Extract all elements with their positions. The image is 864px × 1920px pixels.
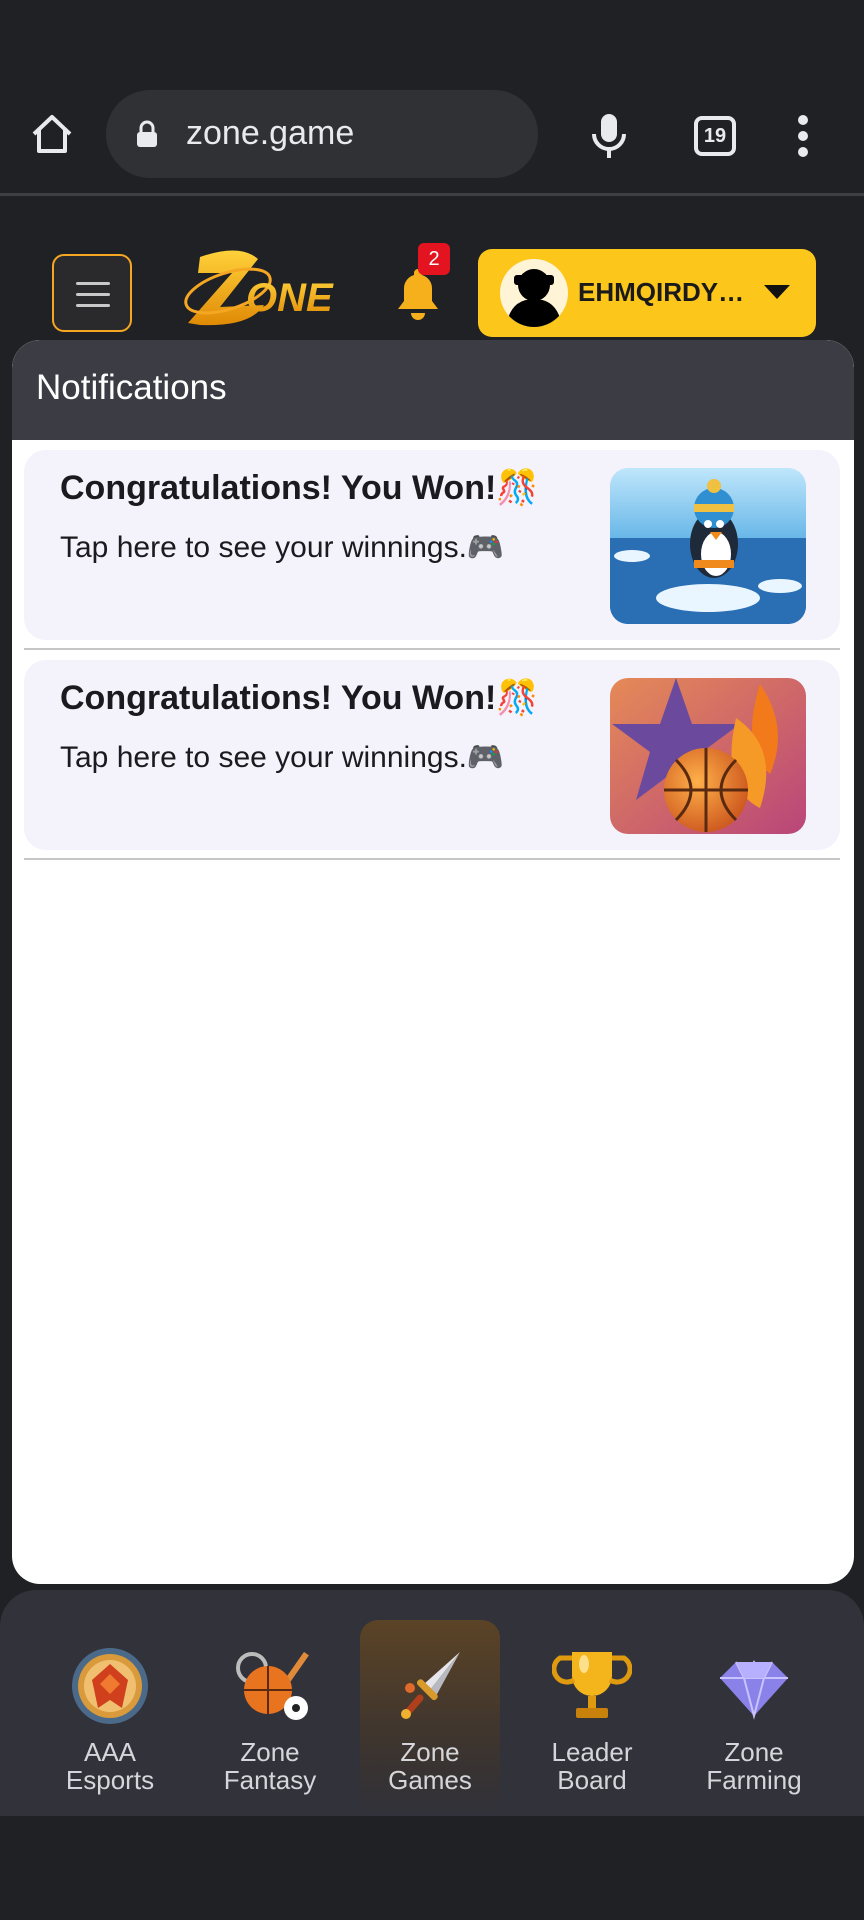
avatar-silhouette-icon: [506, 269, 562, 327]
hamburger-menu-button[interactable]: [52, 254, 132, 332]
sports-balls-icon: [236, 1651, 309, 1720]
nav-item-zone-games[interactable]: Zone Games: [360, 1620, 500, 1816]
nav-label-line2: Board: [557, 1765, 627, 1795]
nav-label-line2: Fantasy: [223, 1765, 317, 1795]
svg-text:ONE: ONE: [246, 276, 334, 320]
more-vert-icon[interactable]: [794, 114, 812, 158]
bottom-navigation: AAA Esports Zone Fantasy Zone Games Lead…: [0, 1590, 864, 1816]
nav-item-aaa-esports[interactable]: AAA Esports: [40, 1620, 180, 1816]
tabs-icon[interactable]: 19: [694, 116, 736, 156]
nav-label-line1: Zone: [724, 1737, 784, 1767]
nav-item-leader-board[interactable]: Leader Board: [522, 1620, 662, 1816]
menu-line: [76, 304, 110, 307]
nav-item-zone-farming[interactable]: Zone Farming: [684, 1620, 824, 1816]
notification-body: Tap here to see your winnings.🎮: [60, 531, 505, 564]
nav-label-line2: Esports: [65, 1765, 155, 1795]
trophy-icon: [552, 1652, 632, 1718]
menu-line: [76, 282, 110, 285]
url-text: zone.game: [186, 114, 355, 152]
nav-label-line1: Zone: [400, 1737, 460, 1767]
address-bar[interactable]: zone.game: [106, 90, 538, 178]
notification-title: Congratulations! You Won!🎊: [60, 679, 539, 717]
menu-line: [76, 293, 110, 296]
browser-toolbar: zone.game 19: [0, 78, 864, 196]
microphone-icon[interactable]: [588, 112, 630, 160]
lock-icon: [137, 120, 157, 147]
diamond-icon: [720, 1660, 788, 1720]
panel-title: Notifications: [36, 368, 227, 407]
notification-item[interactable]: Congratulations! You Won!🎊 Tap here to s…: [24, 450, 840, 640]
caret-down-icon: [764, 285, 790, 299]
penguin-game-thumbnail: [610, 468, 806, 624]
nav-label-line2: Games: [388, 1765, 472, 1795]
status-bar: [0, 0, 864, 78]
notifications-panel: Notifications Congratulations! You Won!🎊…: [12, 340, 854, 1584]
avatar: [500, 259, 568, 327]
app-header: ONE 2 EHMQIRDYZ...: [0, 199, 864, 339]
esports-shield-icon: [72, 1648, 148, 1724]
notification-title: Congratulations! You Won!🎊: [60, 469, 539, 507]
nav-label-line2: Farming: [706, 1765, 802, 1795]
notification-item[interactable]: Congratulations! You Won!🎊 Tap here to s…: [24, 660, 840, 850]
sword-icon: [401, 1652, 460, 1719]
system-navigation-bar: [0, 1816, 864, 1920]
notification-count-badge: 2: [418, 243, 450, 275]
user-account-button[interactable]: EHMQIRDYZ...: [478, 249, 816, 337]
zone-logo[interactable]: ONE: [180, 247, 356, 333]
notifications-header: Notifications: [12, 340, 854, 440]
divider: [24, 858, 840, 860]
divider: [24, 648, 840, 650]
username: EHMQIRDYZ...: [578, 277, 748, 307]
nav-label-line1: Leader: [551, 1737, 633, 1767]
nav-label-line1: Zone: [240, 1737, 300, 1767]
notification-body: Tap here to see your winnings.🎮: [60, 741, 505, 774]
basketball-game-thumbnail: [610, 678, 806, 834]
nav-item-zone-fantasy[interactable]: Zone Fantasy: [200, 1620, 340, 1816]
nav-label-line1: AAA: [83, 1737, 137, 1767]
home-icon[interactable]: [28, 110, 76, 158]
